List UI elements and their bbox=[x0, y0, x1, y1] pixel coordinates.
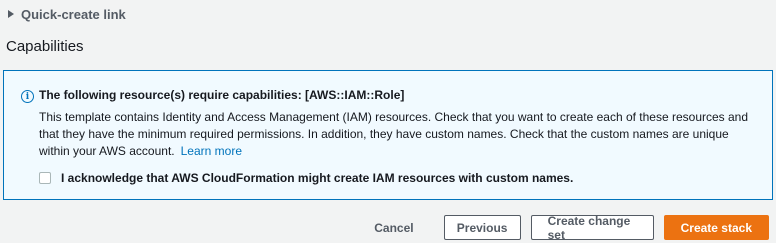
acknowledge-label[interactable]: I acknowledge that AWS CloudFormation mi… bbox=[61, 171, 573, 185]
quick-create-link-toggle[interactable]: Quick-create link bbox=[8, 4, 126, 24]
info-icon: i bbox=[21, 90, 34, 103]
caret-right-icon bbox=[8, 10, 14, 18]
learn-more-link[interactable]: Learn more bbox=[181, 144, 242, 158]
alert-body: This template contains Identity and Acce… bbox=[39, 109, 759, 160]
cancel-button[interactable]: Cancel bbox=[354, 215, 433, 240]
alert-body-text: This template contains Identity and Acce… bbox=[39, 110, 749, 158]
acknowledge-checkbox[interactable] bbox=[39, 172, 51, 184]
alert-heading: The following resource(s) require capabi… bbox=[39, 88, 405, 102]
capabilities-info-alert: i The following resource(s) require capa… bbox=[3, 70, 773, 200]
quick-create-link-label: Quick-create link bbox=[21, 6, 126, 22]
create-stack-button[interactable]: Create stack bbox=[663, 215, 769, 240]
create-change-set-button[interactable]: Create change set bbox=[530, 214, 654, 242]
previous-button[interactable]: Previous bbox=[443, 215, 521, 240]
section-title-capabilities: Capabilities bbox=[6, 38, 84, 55]
action-bar: Cancel Previous Create change set Create… bbox=[354, 214, 769, 242]
acknowledge-row[interactable]: I acknowledge that AWS CloudFormation mi… bbox=[39, 171, 573, 185]
